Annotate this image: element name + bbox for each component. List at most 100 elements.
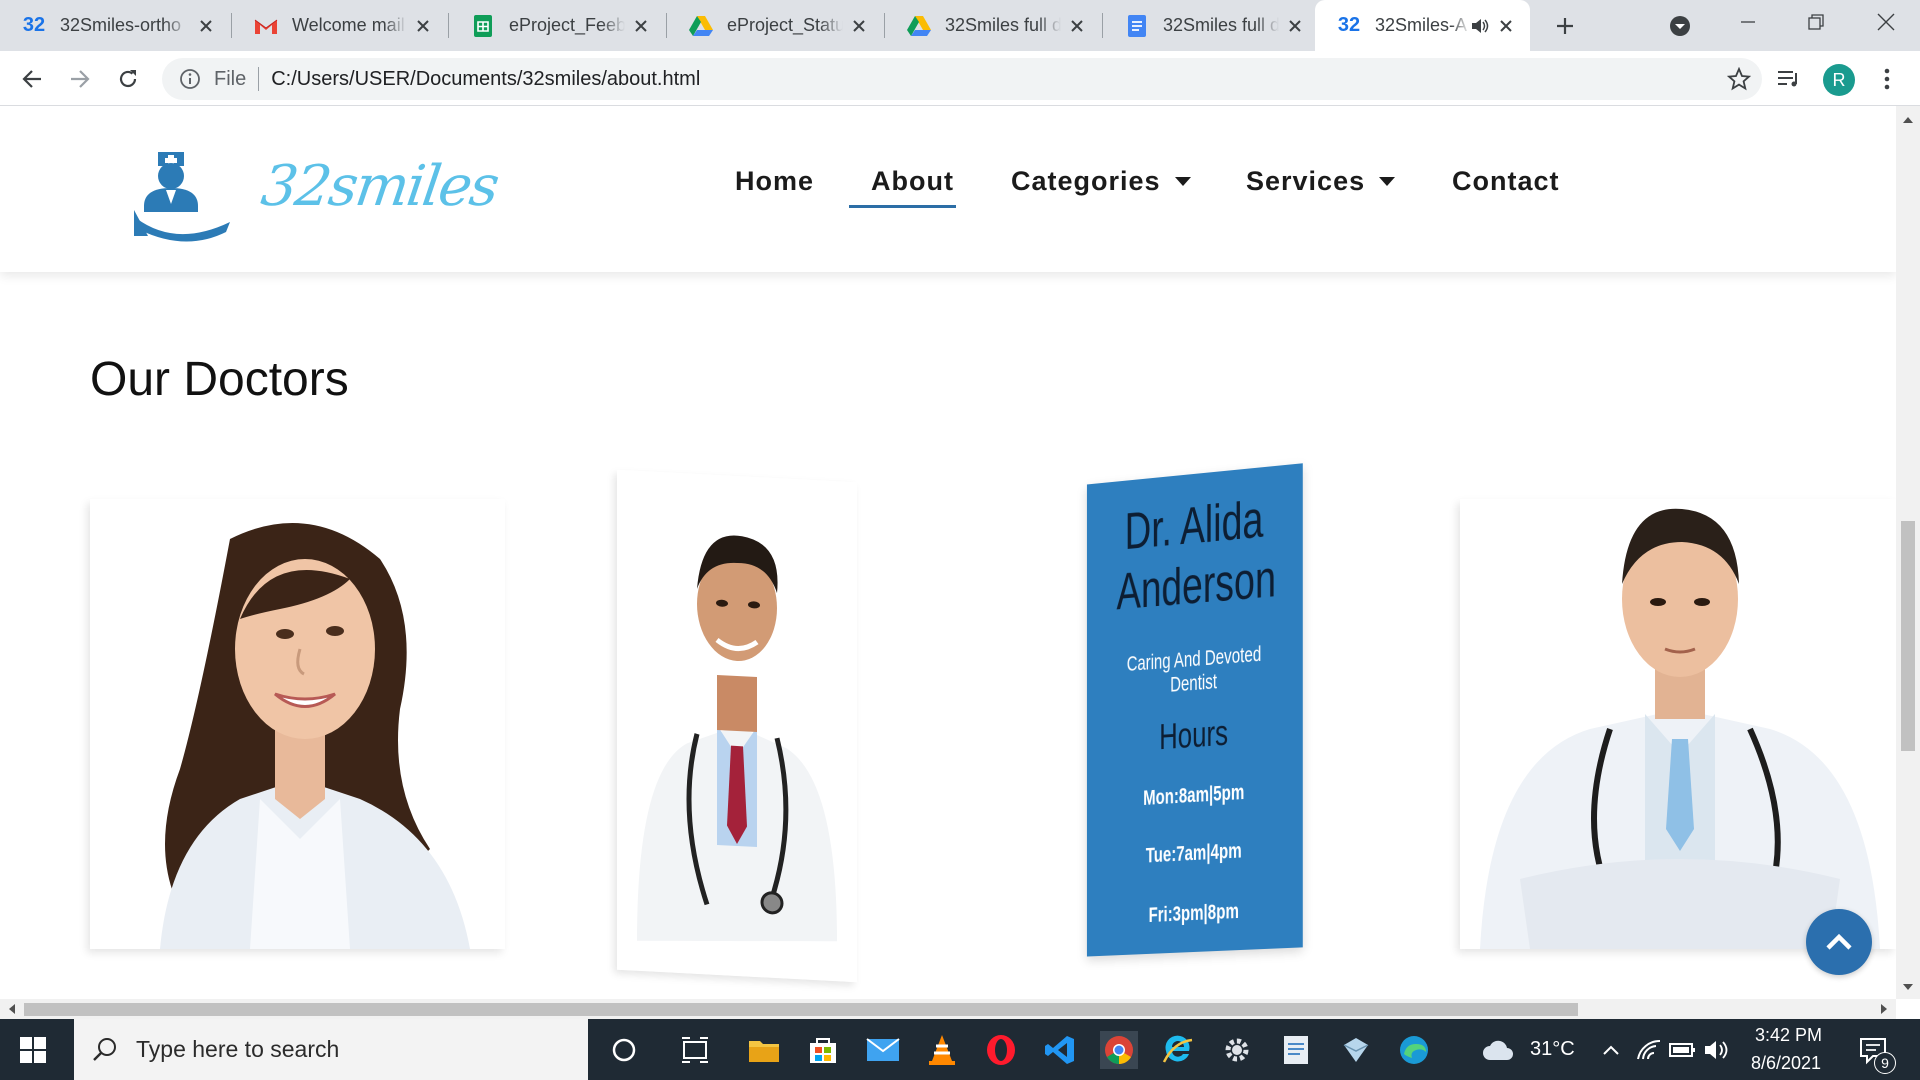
tab-32smiles-about[interactable]: 32 32Smiles-A <box>1315 0 1530 51</box>
doctor-card-1[interactable] <box>90 499 505 949</box>
tab-strip: 32 32Smiles-ortho Welcome mail eProject_… <box>0 0 1920 51</box>
scroll-down-arrow-icon[interactable] <box>1896 977 1920 997</box>
tab-search-icon[interactable] <box>1666 12 1694 40</box>
taskbar-search-placeholder: Type here to search <box>136 1036 340 1062</box>
search-icon <box>93 1037 116 1061</box>
logo-text: 32smiles <box>257 154 502 219</box>
tab-32smiles-full-doc[interactable]: 32Smiles full d <box>1103 0 1319 51</box>
notification-count-badge: 9 <box>1874 1052 1896 1074</box>
vertical-scroll-thumb[interactable] <box>1901 521 1915 751</box>
new-tab-button[interactable] <box>1549 10 1581 42</box>
edge-icon[interactable] <box>1395 1031 1433 1069</box>
page-viewport: 32smiles Home About Categories Services … <box>0 106 1896 999</box>
hours-tuesday: Tue:7am|4pm <box>1145 839 1242 868</box>
nav-about[interactable]: About <box>849 166 956 208</box>
minimize-button[interactable] <box>1714 0 1782 44</box>
site-header: 32smiles Home About Categories Services … <box>0 106 1896 272</box>
close-icon[interactable] <box>413 16 433 36</box>
cube-app-icon[interactable] <box>1336 1031 1374 1069</box>
scroll-right-arrow-icon[interactable] <box>1874 999 1894 1019</box>
hours-monday: Mon:8am|5pm <box>1143 780 1245 810</box>
doctor-photo-male-2 <box>1460 499 1896 949</box>
tab-32smiles-ortho[interactable]: 32 32Smiles-ortho <box>0 0 230 51</box>
doctor-tagline: Caring And Devoted Dentist <box>1126 642 1262 697</box>
store-icon[interactable] <box>804 1031 842 1069</box>
reload-button[interactable] <box>111 62 145 96</box>
tab-title: Welcome mail <box>292 15 405 35</box>
tab-title: eProject_Status <box>727 15 843 35</box>
volume-icon[interactable] <box>1698 1031 1736 1069</box>
wifi-icon[interactable] <box>1630 1031 1668 1069</box>
speaker-icon[interactable] <box>1470 16 1490 36</box>
scroll-left-arrow-icon[interactable] <box>2 999 22 1019</box>
internet-explorer-icon[interactable] <box>1159 1031 1197 1069</box>
browser-toolbar: File C:/Users/USER/Documents/32smiles/ab… <box>0 51 1920 106</box>
doctor-card-2[interactable] <box>617 469 857 983</box>
address-bar[interactable]: File C:/Users/USER/Documents/32smiles/ab… <box>162 58 1762 100</box>
vscode-icon[interactable] <box>1041 1031 1079 1069</box>
close-icon[interactable] <box>849 16 869 36</box>
close-icon[interactable] <box>196 16 216 36</box>
sheets-icon <box>471 14 495 38</box>
tab-eproject-feedback[interactable]: eProject_Feeba <box>449 0 665 51</box>
doctor-card-4[interactable] <box>1460 499 1896 949</box>
close-icon[interactable] <box>1067 16 1087 36</box>
vlc-icon[interactable] <box>923 1031 961 1069</box>
close-icon[interactable] <box>1285 16 1305 36</box>
weather-temperature[interactable]: 31°C <box>1530 1038 1575 1061</box>
opera-icon[interactable] <box>982 1031 1020 1069</box>
site-logo[interactable]: 32smiles <box>130 144 501 244</box>
omnibox-divider <box>258 67 260 91</box>
clock-date[interactable]: 8/6/2021 <box>1751 1053 1821 1074</box>
doctor-name-line2: Anderson <box>1116 549 1276 622</box>
battery-icon[interactable] <box>1664 1031 1702 1069</box>
tab-welcome-mail[interactable]: Welcome mail <box>232 0 447 51</box>
close-window-button[interactable] <box>1852 0 1920 44</box>
profile-avatar[interactable]: R <box>1823 64 1855 96</box>
close-icon[interactable] <box>631 16 651 36</box>
windows-start-icon[interactable] <box>20 1037 46 1068</box>
scheme-label: File <box>214 67 247 90</box>
info-icon[interactable] <box>178 67 202 91</box>
doctor-info-card[interactable]: Dr. Alida Anderson Caring And Devoted De… <box>1086 463 1303 957</box>
nav-contact[interactable]: Contact <box>1452 166 1560 197</box>
drive-icon <box>689 14 713 38</box>
mail-icon[interactable] <box>864 1031 902 1069</box>
clock-time[interactable]: 3:42 PM <box>1755 1025 1822 1046</box>
close-icon[interactable] <box>1496 16 1516 36</box>
task-view-icon[interactable] <box>676 1031 714 1069</box>
cortana-icon[interactable] <box>605 1031 643 1069</box>
horizontal-scrollbar[interactable] <box>0 999 1896 1019</box>
nav-categories-label: Categories <box>1011 166 1161 196</box>
weather-cloud-icon[interactable] <box>1480 1031 1518 1069</box>
media-control-icon[interactable] <box>1772 62 1806 96</box>
tray-chevron-up-icon[interactable] <box>1592 1031 1630 1069</box>
settings-icon[interactable] <box>1218 1031 1256 1069</box>
vertical-scrollbar[interactable] <box>1896 106 1920 999</box>
nav-home[interactable]: Home <box>735 166 814 197</box>
forward-button[interactable] <box>63 62 97 96</box>
tab-eproject-status[interactable]: eProject_Status <box>667 0 883 51</box>
caret-down-icon <box>1174 177 1191 186</box>
doctor-photo-female <box>90 499 505 949</box>
nav-categories[interactable]: Categories <box>1011 166 1191 197</box>
back-to-top-button[interactable] <box>1806 909 1872 975</box>
tab-title: eProject_Feeba <box>509 15 625 35</box>
horizontal-scroll-thumb[interactable] <box>24 1003 1578 1016</box>
taskbar-search-box[interactable]: Type here to search <box>74 1019 588 1080</box>
drive-icon <box>907 14 931 38</box>
restore-button[interactable] <box>1782 0 1850 44</box>
notepad-icon[interactable] <box>1277 1031 1315 1069</box>
tab-title: 32Smiles-ortho <box>60 15 182 35</box>
more-menu-icon[interactable] <box>1870 62 1904 96</box>
chrome-icon[interactable] <box>1100 1031 1138 1069</box>
tab-title: 32Smiles full d <box>945 15 1061 35</box>
url-text[interactable]: C:/Users/USER/Documents/32smiles/about.h… <box>271 68 700 91</box>
tab-32smiles-full-drive[interactable]: 32Smiles full d <box>885 0 1101 51</box>
file-explorer-icon[interactable] <box>745 1031 783 1069</box>
back-button[interactable] <box>15 62 49 96</box>
tab-title: 32Smiles full d <box>1163 15 1279 35</box>
bookmark-star-icon[interactable] <box>1726 66 1752 92</box>
nav-services[interactable]: Services <box>1246 166 1396 197</box>
scroll-up-arrow-icon[interactable] <box>1896 110 1920 130</box>
